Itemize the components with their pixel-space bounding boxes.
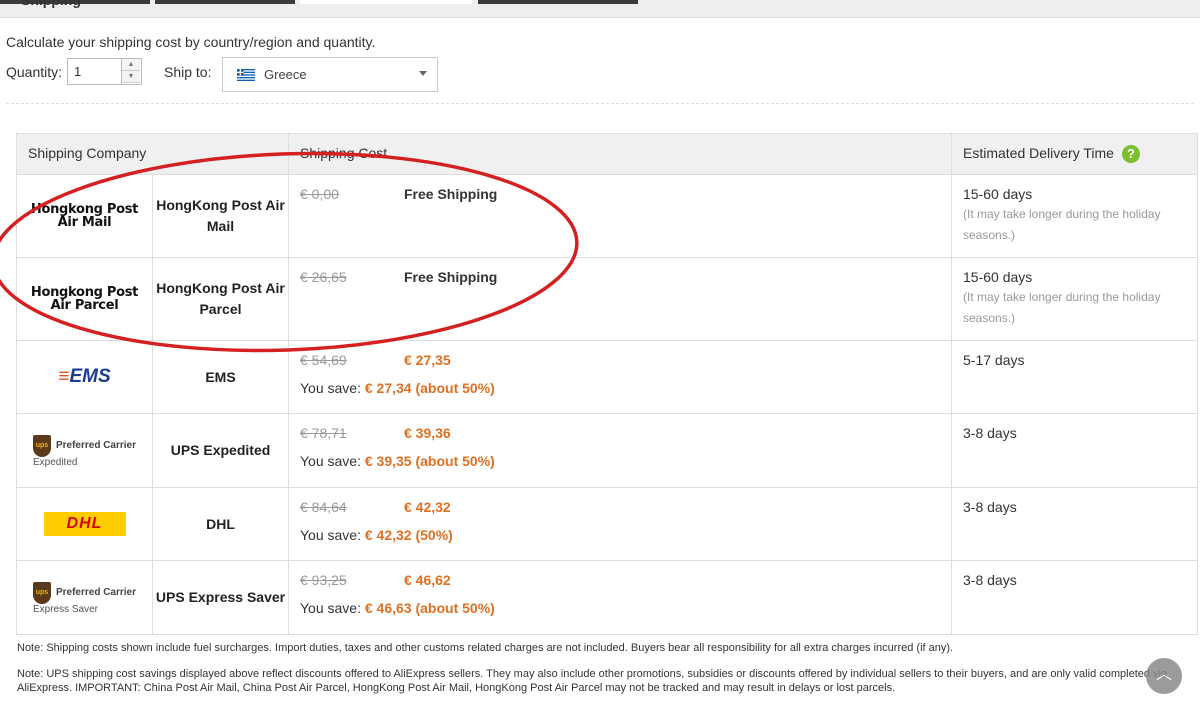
intro-text: Calculate your shipping cost by country/…: [6, 34, 376, 50]
savings-line: You save: € 39,35 (about 50%): [300, 453, 940, 469]
tab-4[interactable]: [478, 0, 638, 4]
original-price: € 84,64: [300, 499, 347, 516]
savings-line: You save: € 46,63 (about 50%): [300, 600, 940, 616]
original-price: € 93,25: [300, 572, 347, 589]
table-row: ups Preferred Carrier Expedited UPS Exped…: [16, 413, 1198, 489]
notes: Note: Shipping costs shown include fuel …: [17, 641, 1197, 707]
delivery-time-cell: 3-8 days: [951, 413, 1198, 489]
ups-shield-icon: ups: [32, 434, 51, 457]
table-row: DHL DHL € 84,64 € 42,32 You save: € 42,32…: [16, 487, 1198, 562]
carrier-name: EMS: [152, 340, 289, 415]
delivery-note: (It may take longer during the holiday s…: [963, 207, 1161, 243]
delivery-time-cell: 3-8 days: [951, 560, 1198, 636]
header-time-label: Estimated Delivery Time: [963, 145, 1114, 161]
savings-line: You save: € 27,34 (about 50%): [300, 380, 940, 396]
carrier-logo: Hongkong Post Air Parcel: [16, 257, 153, 342]
savings-line: You save: € 42,32 (50%): [300, 527, 940, 543]
cost-cell: € 54,69 € 27,35 You save: € 27,34 (about …: [288, 340, 952, 415]
greece-flag-icon: [237, 69, 255, 81]
stepper-up-icon[interactable]: ▲: [122, 59, 140, 71]
carrier-name: HongKong Post Air Mail: [152, 174, 289, 259]
cost-cell: € 0,00 Free Shipping: [288, 174, 952, 259]
header-company: Shipping Company: [16, 132, 289, 176]
section-title: Shipping: [21, 0, 81, 8]
cost-cell: € 84,64 € 42,32 You save: € 42,32 (50%): [288, 487, 952, 562]
carrier-name: DHL: [152, 487, 289, 562]
savings-label: You save:: [300, 453, 361, 470]
delivery-note: (It may take longer during the holiday s…: [963, 290, 1161, 326]
original-price: € 26,65: [300, 269, 347, 286]
original-price: € 54,69: [300, 352, 347, 369]
cost-cell: € 93,25 € 46,62 You save: € 46,63 (about …: [288, 560, 952, 636]
delivery-time: 5-17 days: [963, 352, 1025, 369]
carrier-name: UPS Expedited: [152, 413, 289, 489]
table-row: Hongkong Post Air Parcel HongKong Post A…: [16, 257, 1198, 342]
quantity-label: Quantity:: [6, 64, 63, 80]
savings-amount: € 42,32 (50%): [364, 527, 453, 544]
delivery-time-cell: 15-60 days (It may take longer during the…: [951, 174, 1198, 259]
cost-cell: € 26,65 Free Shipping: [288, 257, 952, 342]
delivery-time: 15-60 days: [963, 269, 1033, 286]
table-row: ups Preferred Carrier Express Saver UPS E…: [16, 560, 1198, 636]
free-shipping-label: Free Shipping: [404, 186, 498, 203]
scroll-top-button[interactable]: ︿: [1146, 658, 1182, 694]
carrier-logo: ups Preferred Carrier Expedited: [16, 413, 153, 489]
chevron-down-icon: [419, 71, 427, 76]
quantity-stepper[interactable]: ▲ ▼: [121, 59, 140, 84]
header-time: Estimated Delivery Time?: [951, 132, 1198, 176]
discount-price: € 42,32: [404, 499, 451, 516]
stepper-down-icon[interactable]: ▼: [122, 71, 140, 83]
carrier-logo: DHL: [16, 487, 153, 562]
note-ups: Note: UPS shipping cost savings displaye…: [17, 668, 1168, 694]
ups-shield-icon: ups: [32, 581, 51, 604]
savings-amount: € 39,35 (about 50%): [364, 453, 495, 470]
savings-amount: € 46,63 (about 50%): [364, 600, 495, 617]
shipping-table: Shipping Company Shipping Cost Estimated…: [16, 132, 1198, 636]
chevron-up-icon: ︿: [1155, 666, 1172, 683]
note-fuel: Note: Shipping costs shown include fuel …: [17, 642, 954, 654]
table-header-row: Shipping Company Shipping Cost Estimated…: [16, 132, 1198, 176]
ship-to-select[interactable]: Greece: [222, 57, 438, 92]
table-row: Hongkong Post Air Mail HongKong Post Air…: [16, 174, 1198, 259]
carrier-logo: ≡EMS: [16, 340, 153, 415]
ems-logo: ≡EMS: [58, 366, 111, 388]
cost-cell: € 78,71 € 39,36 You save: € 39,35 (about …: [288, 413, 952, 489]
ship-to-label: Ship to:: [164, 64, 212, 80]
delivery-time-cell: 5-17 days: [951, 340, 1198, 415]
carrier-name: UPS Express Saver: [152, 560, 289, 636]
discount-price: € 46,62: [404, 572, 451, 589]
original-price: € 78,71: [300, 425, 347, 442]
carrier-logo: Hongkong Post Air Mail: [16, 174, 153, 259]
delivery-time-cell: 15-60 days (It may take longer during the…: [951, 257, 1198, 342]
delivery-time-cell: 3-8 days: [951, 487, 1198, 562]
carrier-name: HongKong Post Air Parcel: [152, 257, 289, 342]
discount-price: € 27,35: [404, 352, 451, 369]
header-cost: Shipping Cost: [288, 132, 952, 176]
ups-logo: ups Preferred Carrier Express Saver: [32, 581, 136, 615]
delivery-time: 3-8 days: [963, 572, 1017, 589]
discount-price: € 39,36: [404, 425, 451, 442]
help-icon[interactable]: ?: [1121, 145, 1140, 164]
table-row: ≡EMS EMS € 54,69 € 27,35 You save: € 27,3…: [16, 340, 1198, 415]
tab-strip: Shipping: [0, 0, 1200, 18]
delivery-time: 3-8 days: [963, 499, 1017, 516]
dhl-logo: DHL: [43, 512, 126, 537]
original-price: € 0,00: [300, 186, 339, 203]
carrier-logo: ups Preferred Carrier Express Saver: [16, 560, 153, 636]
tab-2[interactable]: [155, 0, 295, 4]
delivery-time: 3-8 days: [963, 425, 1017, 442]
savings-label: You save:: [300, 600, 361, 617]
hongkong-post-logo: Hongkong Post Air Mail: [30, 202, 139, 231]
tab-shipping[interactable]: [300, 0, 472, 4]
free-shipping-label: Free Shipping: [404, 269, 498, 286]
divider: [6, 103, 1194, 104]
savings-amount: € 27,34 (about 50%): [364, 380, 495, 397]
ship-to-value: Greece: [264, 67, 307, 82]
hongkong-post-logo: Hongkong Post Air Parcel: [30, 285, 139, 314]
delivery-time: 15-60 days: [963, 186, 1033, 203]
ups-logo: ups Preferred Carrier Expedited: [32, 434, 136, 468]
savings-label: You save:: [300, 380, 361, 397]
savings-label: You save:: [300, 527, 361, 544]
